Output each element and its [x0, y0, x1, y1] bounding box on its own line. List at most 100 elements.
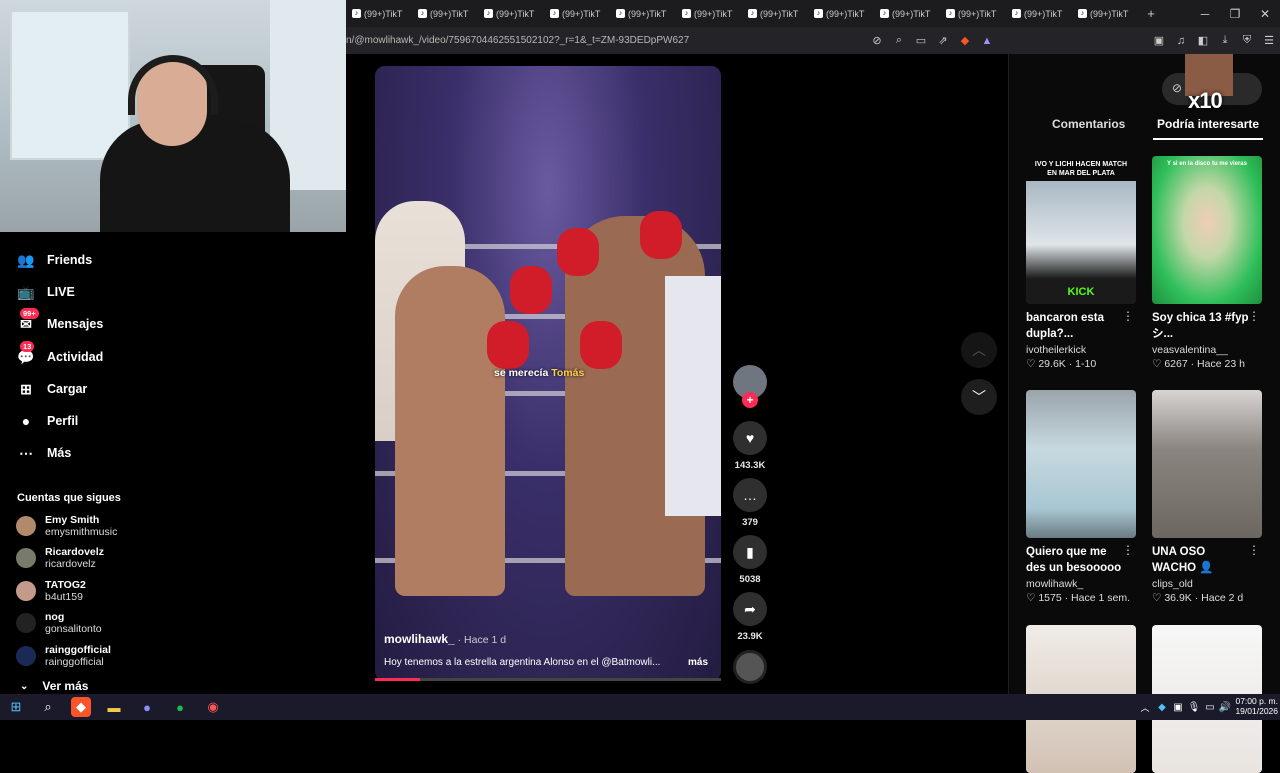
close-icon[interactable]: ✕: [1250, 7, 1280, 21]
recommended-card[interactable]: IVO Y LICHI HACEN MATCH EN MAR DEL PLATA…: [1026, 156, 1136, 370]
avatar: [16, 516, 36, 536]
messages-icon: ✉ 99+: [16, 308, 39, 334]
new-tab-button[interactable]: +: [1138, 6, 1164, 21]
video-thumbnail[interactable]: [1026, 390, 1136, 538]
sidebar-toggle-icon[interactable]: ▣: [1148, 34, 1170, 47]
download-icon[interactable]: ⤓: [1214, 34, 1236, 47]
kebab-menu-icon[interactable]: ⋮: [1122, 543, 1134, 557]
following-account[interactable]: Emy Smith emysmithmusic: [16, 511, 117, 541]
tiktok-favicon-icon: ♪: [814, 9, 823, 18]
card-author[interactable]: mowlihawk_: [1026, 578, 1136, 590]
tiktok-favicon-icon: ♪: [946, 9, 955, 18]
vpn-icon[interactable]: ⛨: [1236, 34, 1258, 47]
recommended-card[interactable]: Y si en la disco tu me vieras ⋮ Soy chica …: [1152, 156, 1262, 370]
following-account[interactable]: TATOG2 b4ut159: [16, 576, 86, 606]
obs-icon[interactable]: ◉: [203, 697, 223, 717]
following-account[interactable]: rainggofficial rainggofficial: [16, 641, 111, 671]
comment-button[interactable]: … 379: [733, 478, 767, 528]
video-progress-bar[interactable]: [375, 678, 721, 681]
see-more-button[interactable]: ⌄ Ver más: [20, 679, 88, 693]
browser-tab[interactable]: ♪ (99+)TikT: [1006, 0, 1072, 27]
recommended-card[interactable]: ⋮ UNA OSO WACHO 👤 #momo #cos... clips_old ♡…: [1152, 390, 1262, 604]
browser-tab[interactable]: ♪ (99+)TikT: [742, 0, 808, 27]
file-explorer-icon[interactable]: ▬: [104, 697, 124, 717]
brave-shield-icon[interactable]: ◆: [954, 34, 976, 47]
kebab-menu-icon[interactable]: ⋮: [1248, 543, 1260, 557]
sidebar-item-friends[interactable]: 👥 Friends: [16, 248, 92, 272]
video-thumbnail[interactable]: Y si en la disco tu me vieras: [1152, 156, 1262, 304]
browser-tab[interactable]: ♪ (99+)TikT: [874, 0, 940, 27]
kebab-menu-icon[interactable]: ⋮: [1248, 309, 1260, 323]
recommended-card[interactable]: ⋮Quiero que me des un besooooo ♥ mowlihaw…: [1026, 390, 1136, 604]
browser-tab[interactable]: ♪ (99+)TikT: [940, 0, 1006, 27]
next-video-button[interactable]: ﹀: [961, 379, 997, 415]
card-title: bancaron esta dupla?...: [1026, 312, 1104, 340]
sidebar-item-actividad[interactable]: 💬 13 Actividad: [16, 341, 103, 369]
browser-tab[interactable]: ♪ (99+)TikT: [676, 0, 742, 27]
cast-icon[interactable]: ▭: [910, 34, 932, 47]
browser-tab[interactable]: ♪ (99+)TikT: [544, 0, 610, 27]
browser-tab[interactable]: ♪ (99+)TikT: [346, 0, 412, 27]
browser-tab[interactable]: ♪ (99+)TikT: [1072, 0, 1138, 27]
sidebar-item-live[interactable]: 📺 LIVE: [16, 280, 75, 304]
system-clock[interactable]: 07:00 p. m. 19/01/2026: [1232, 696, 1278, 716]
following-account[interactable]: Ricardovelz ricardovelz: [16, 543, 104, 573]
windows-start-icon[interactable]: ⊞: [6, 697, 26, 717]
split-view-icon[interactable]: ◧: [1192, 34, 1214, 47]
brave-browser-icon[interactable]: ◆: [71, 697, 91, 717]
search-icon[interactable]: ⌕: [38, 697, 58, 717]
timer-icon[interactable]: ⊘: [1172, 81, 1182, 95]
sidebar-item-mensajes[interactable]: ✉ 99+ Mensajes: [16, 308, 103, 336]
browser-tab[interactable]: ♪ (99+)TikT: [610, 0, 676, 27]
discord-icon[interactable]: ●: [137, 697, 157, 717]
previous-video-button[interactable]: ︿: [961, 332, 997, 368]
heart-outline-icon: ♡: [1026, 358, 1036, 370]
rewards-icon[interactable]: ▲: [976, 35, 998, 47]
sidebar-item-label: Cargar: [47, 382, 88, 396]
avatar: [16, 613, 36, 633]
share-button[interactable]: ➦ 23.9K: [733, 592, 767, 642]
video-author[interactable]: mowlihawk_ · Hace 1 d: [384, 632, 506, 646]
spotify-icon[interactable]: ●: [170, 697, 190, 717]
sidebar-item-ms[interactable]: ⋯ Más: [16, 441, 71, 465]
clock-date: 19/01/2026: [1235, 706, 1278, 716]
thumbnail-brand: KICK: [1067, 286, 1095, 298]
sidebar-item-perfil[interactable]: ● Perfil: [16, 409, 79, 433]
clock-time: 07:00 p. m.: [1235, 696, 1278, 706]
card-author[interactable]: clips_old: [1152, 578, 1262, 590]
media-icon[interactable]: ♫: [1170, 35, 1192, 47]
music-disc-icon[interactable]: [733, 650, 767, 684]
save-button[interactable]: ▮ 5038: [733, 535, 767, 585]
video-caption: se merecía Tomás: [494, 367, 585, 379]
browser-tab[interactable]: ♪ (99+)TikT: [478, 0, 544, 27]
tab-recommended[interactable]: Podría interesarte: [1157, 117, 1259, 131]
share-page-icon[interactable]: ⇗: [932, 34, 954, 47]
browser-tab[interactable]: ♪ (99+)TikT: [412, 0, 478, 27]
kebab-menu-icon[interactable]: ⋮: [1122, 309, 1134, 323]
video-thumbnail[interactable]: IVO Y LICHI HACEN MATCH EN MAR DEL PLATA…: [1026, 156, 1136, 304]
url-field[interactable]: n/@mowlihawk_/video/7596704462551502102?…: [346, 35, 866, 46]
browser-tab[interactable]: ♪ (99+)TikT: [808, 0, 874, 27]
thumbnail-text: Y si en la disco tu me vieras: [1167, 161, 1247, 167]
follow-plus-icon[interactable]: +: [742, 392, 758, 408]
following-account[interactable]: nog gonsalitonto: [16, 608, 102, 638]
restore-icon[interactable]: ❐: [1220, 7, 1250, 21]
tab-title: (99+)TikT: [760, 8, 799, 19]
card-author[interactable]: veasvalentina__: [1152, 344, 1262, 356]
tab-title: (99+)TikT: [496, 8, 535, 19]
menu-icon[interactable]: ☰: [1258, 34, 1280, 47]
video-thumbnail[interactable]: [1152, 390, 1262, 538]
friends-icon: 👥: [17, 251, 35, 268]
zoom-icon[interactable]: ⌕: [888, 34, 910, 47]
like-button[interactable]: ♥ 143.3K: [733, 421, 767, 471]
card-author[interactable]: ivotheilerkick: [1026, 344, 1136, 356]
minimize-icon[interactable]: ─: [1190, 7, 1220, 21]
translate-icon[interactable]: ⊘: [866, 34, 888, 47]
sidebar-item-cargar[interactable]: ⊞ Cargar: [16, 377, 87, 401]
sidebar-item-label: Perfil: [47, 414, 79, 428]
card-stats: ♡ 36.9K · Hace 2 d: [1152, 592, 1244, 604]
streamer-webcam: [0, 0, 346, 232]
video-date: · Hace 1 d: [454, 634, 507, 646]
tab-comments[interactable]: Comentarios: [1052, 117, 1125, 131]
description-more-button[interactable]: más: [688, 657, 708, 668]
